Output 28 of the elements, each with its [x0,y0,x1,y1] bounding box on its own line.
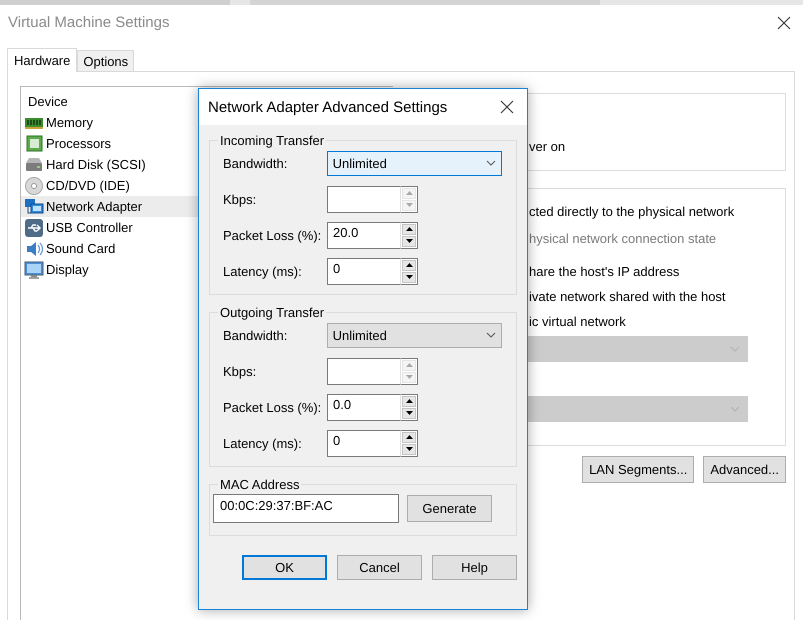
field-label: Kbps: [223,192,258,206]
dialog-title: Network Adapter Advanced Settings [208,98,448,116]
option-label: hysical network connection state [529,231,718,246]
device-name: Memory [46,115,93,130]
device-name: Sound Card [46,241,116,256]
field-label: Packet Loss (%): [223,400,322,414]
field-label: Bandwidth: [223,328,288,342]
device-name: Processors [46,136,112,151]
field-label: Latency (ms): [223,264,303,278]
column-header: Device [27,94,69,109]
field-label: Kbps: [223,364,258,378]
device-name: Display [46,262,89,277]
device-name: CD/DVD (IDE) [46,178,130,193]
device-name: Network Adapter [46,199,142,214]
option-label: hare the host's IP address [529,264,680,279]
group-title: MAC Address [219,477,300,492]
device-name: USB Controller [46,220,133,235]
option-label: cted directly to the physical network [529,204,736,219]
option-label: ver on [529,139,566,154]
group-title: Outgoing Transfer [219,305,326,320]
window-title: Virtual Machine Settings [8,14,170,31]
device-name: Hard Disk (SCSI) [46,157,146,172]
field-label: Bandwidth: [223,156,288,170]
field-label: Packet Loss (%): [223,228,322,242]
option-label: ic virtual network [529,314,627,329]
option-label: ivate network shared with the host [529,289,727,304]
group-title: Incoming Transfer [219,133,326,148]
field-label: Latency (ms): [223,436,303,450]
